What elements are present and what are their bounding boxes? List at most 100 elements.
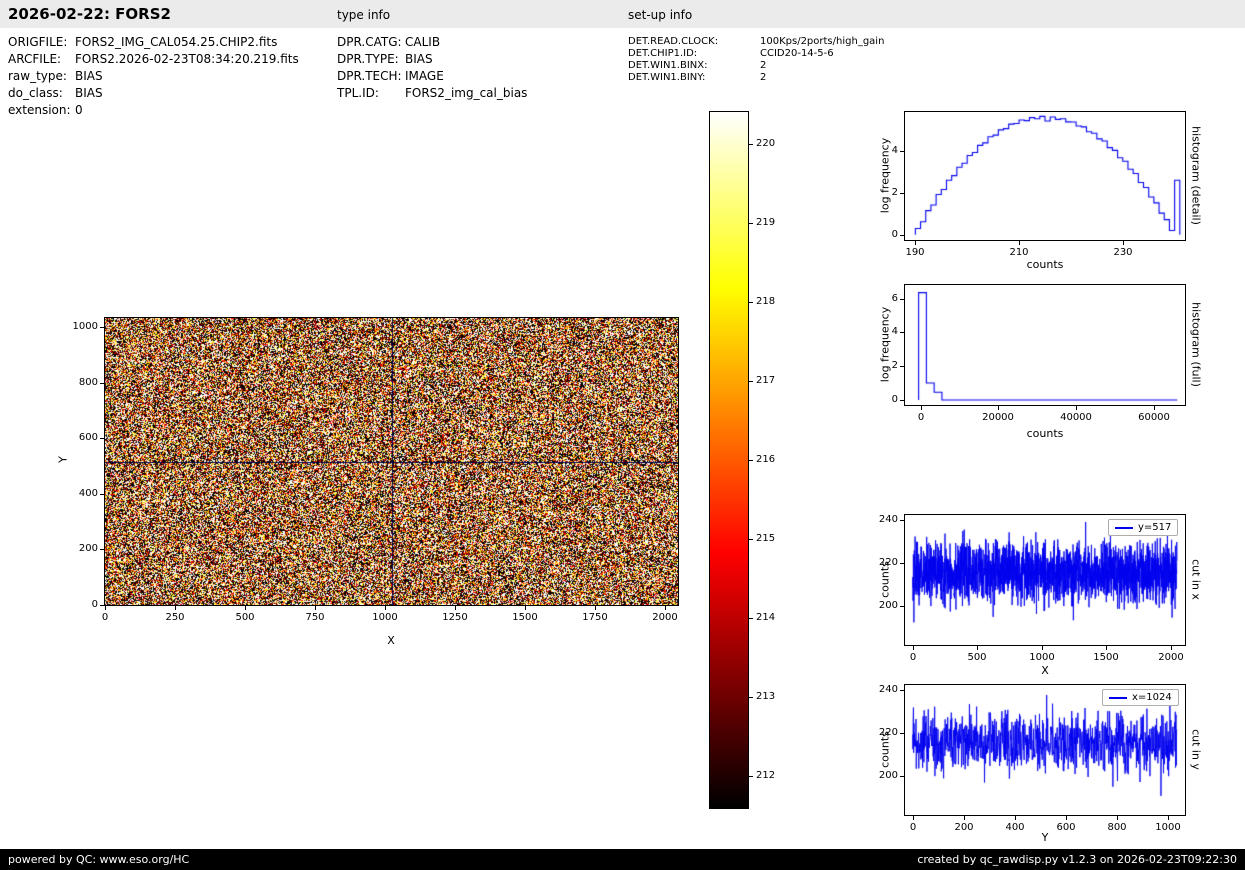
tick-label: 0 xyxy=(909,652,917,663)
setup-info-column: DET.READ.CLOCK: 100Kps/2ports/high_gain D… xyxy=(628,36,884,84)
tick-mark xyxy=(900,193,904,194)
cut-y-legend: x=1024 xyxy=(1102,689,1179,706)
tick-label: 190 xyxy=(905,247,925,258)
tick-mark xyxy=(749,539,753,540)
tick-mark xyxy=(913,816,914,820)
tick-label: 218 xyxy=(756,296,776,307)
tick-label: 1500 xyxy=(1093,652,1119,663)
cut-y-title: cut in y xyxy=(1189,729,1203,770)
meta-label: DPR.TECH: xyxy=(337,69,402,83)
meta-label: DPR.TYPE: xyxy=(337,52,399,66)
tick-mark xyxy=(913,646,914,650)
tick-label: 0 xyxy=(91,599,98,610)
tick-label: 0 xyxy=(917,412,925,423)
meta-label: ARCFILE: xyxy=(8,52,62,66)
tick-label: 215 xyxy=(756,533,776,544)
meta-row: DPR.CATG: CALIB xyxy=(337,34,527,51)
tick-label: 212 xyxy=(756,770,776,781)
tick-label: 0 xyxy=(891,394,898,405)
hist-full-xlabel: counts xyxy=(1026,427,1064,440)
tick-mark xyxy=(100,438,104,439)
tick-mark xyxy=(1123,241,1124,245)
meta-row: raw_type: BIAS xyxy=(8,68,299,85)
meta-label: DPR.CATG: xyxy=(337,35,402,49)
meta-label: DET.WIN1.BINX: xyxy=(628,60,708,71)
meta-label: raw_type: xyxy=(8,69,67,83)
tick-label: 210 xyxy=(1009,247,1029,258)
colorbar-canvas xyxy=(710,112,748,808)
hist-detail-xlabel: counts xyxy=(1026,258,1064,271)
tick-mark xyxy=(1076,406,1077,410)
tick-mark xyxy=(1117,816,1118,820)
tick-label: 1250 xyxy=(442,612,468,623)
tick-mark xyxy=(100,327,104,328)
tick-mark xyxy=(900,776,904,777)
tick-mark xyxy=(900,151,904,152)
tick-label: 0 xyxy=(101,612,109,623)
tick-mark xyxy=(1015,816,1016,820)
tick-label: 213 xyxy=(756,691,776,702)
tick-mark xyxy=(900,690,904,691)
meta-row: do_class: BIAS xyxy=(8,85,299,102)
tick-mark xyxy=(665,606,666,610)
tick-mark xyxy=(900,563,904,564)
tick-label: 1000 xyxy=(1029,652,1055,663)
meta-label: extension: xyxy=(8,103,71,117)
meta-value: 2 xyxy=(760,60,767,71)
meta-row: DPR.TECH: IMAGE xyxy=(337,68,527,85)
tick-label: 40000 xyxy=(1060,412,1092,423)
tick-mark xyxy=(525,606,526,610)
tick-label: 200 xyxy=(878,600,898,611)
tick-label: 750 xyxy=(305,612,325,623)
tick-mark xyxy=(900,520,904,521)
tick-mark xyxy=(900,332,904,333)
type-info-column: DPR.CATG: CALIB DPR.TYPE: BIAS DPR.TECH: IM… xyxy=(337,34,527,102)
header-bar: 2026-02-22: FORS2 type info set-up info xyxy=(0,0,1245,28)
tick-label: 1000 xyxy=(72,321,98,332)
tick-mark xyxy=(749,697,753,698)
meta-row: DET.READ.CLOCK: 100Kps/2ports/high_gain xyxy=(628,36,884,48)
tick-mark xyxy=(1106,646,1107,650)
meta-value: BIAS xyxy=(75,69,103,83)
cut-x-legend: y=517 xyxy=(1108,519,1179,536)
main-xlabel: X xyxy=(387,634,395,647)
raw-image-canvas xyxy=(105,318,678,605)
meta-row: DET.CHIP1.ID: CCID20-14-5-6 xyxy=(628,48,884,60)
tick-mark xyxy=(749,381,753,382)
meta-label: DET.CHIP1.ID: xyxy=(628,48,698,59)
tick-mark xyxy=(998,406,999,410)
meta-row: DET.WIN1.BINX: 2 xyxy=(628,60,884,72)
tick-mark xyxy=(455,606,456,610)
tick-label: 200 xyxy=(78,543,98,554)
tick-label: 1000 xyxy=(1155,822,1181,833)
tick-label: 217 xyxy=(756,375,776,386)
tick-label: 216 xyxy=(756,454,776,465)
cut-x-ylabel: counts xyxy=(878,561,892,598)
meta-label: DET.READ.CLOCK: xyxy=(628,36,719,47)
tick-label: 1000 xyxy=(372,612,398,623)
hist-detail-ylabel: log frequency xyxy=(878,137,892,214)
tick-label: 6 xyxy=(891,293,898,304)
meta-row: DET.WIN1.BINY: 2 xyxy=(628,72,884,84)
meta-value: 100Kps/2ports/high_gain xyxy=(760,36,885,47)
tick-mark xyxy=(100,549,104,550)
histogram-detail-plot xyxy=(904,111,1186,241)
meta-value: FORS2_IMG_CAL054.25.CHIP2.fits xyxy=(75,35,278,49)
tick-mark xyxy=(749,144,753,145)
tick-mark xyxy=(900,733,904,734)
tick-label: 500 xyxy=(967,652,987,663)
legend-label: x=1024 xyxy=(1132,692,1172,703)
tick-mark xyxy=(1042,646,1043,650)
tick-label: 400 xyxy=(78,488,98,499)
meta-label: TPL.ID: xyxy=(337,86,379,100)
tick-label: 4 xyxy=(891,145,898,156)
tick-mark xyxy=(595,606,596,610)
footer-bar: powered by QC: www.eso.org/HC created by… xyxy=(0,849,1245,870)
tick-mark xyxy=(1019,241,1020,245)
tick-label: 800 xyxy=(78,377,98,388)
tick-mark xyxy=(1168,816,1169,820)
colorbar xyxy=(709,111,749,809)
type-info-heading: type info xyxy=(337,8,391,22)
tick-label: 2000 xyxy=(652,612,678,623)
tick-mark xyxy=(315,606,316,610)
